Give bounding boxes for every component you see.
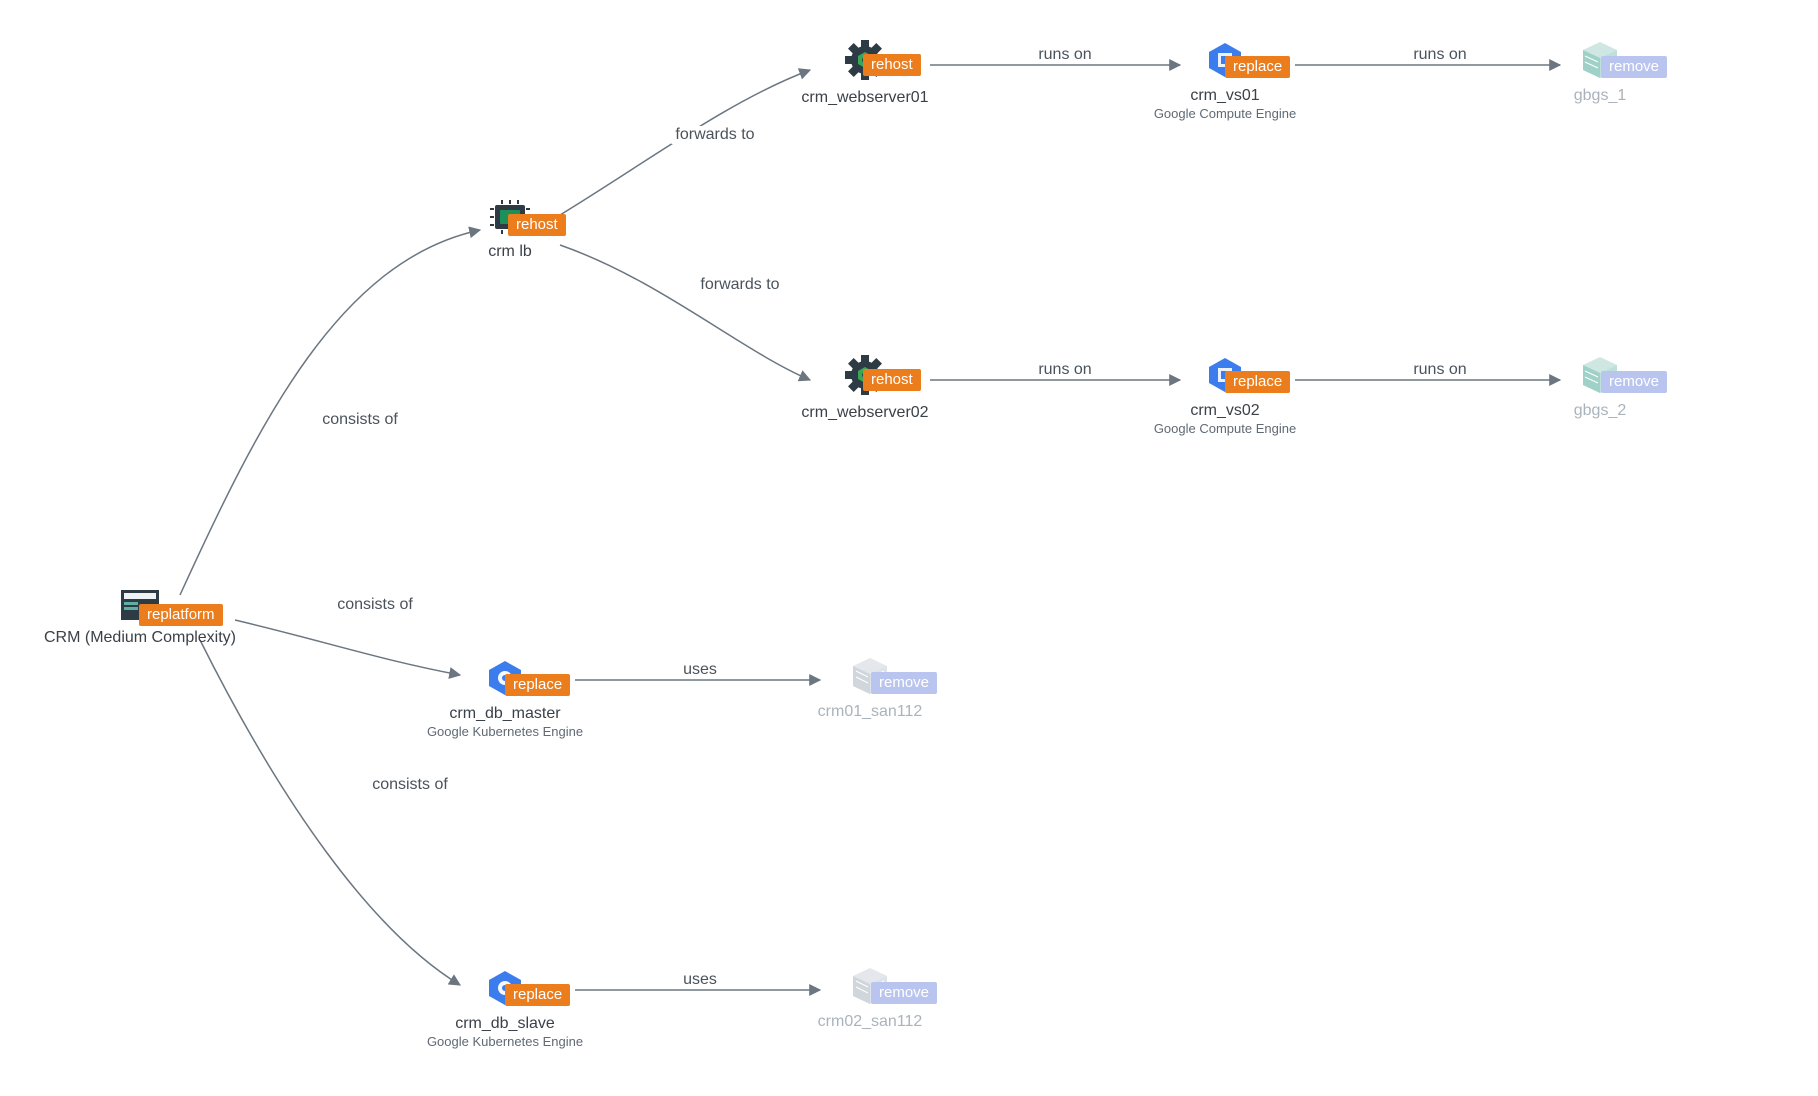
edge-label-consists-of-1: consists of: [318, 411, 402, 429]
badge-replatform: replatform: [139, 604, 223, 626]
edge-label-forwards-to-2: forwards to: [696, 276, 783, 294]
badge-replace: replace: [505, 984, 570, 1006]
edge-layer: [0, 0, 1818, 1096]
edge-label-uses-1: uses: [679, 661, 721, 679]
badge-rehost: rehost: [863, 54, 921, 76]
badge-remove: remove: [871, 672, 937, 694]
badge-remove: remove: [1601, 56, 1667, 78]
badge-replace: replace: [505, 674, 570, 696]
badge-replace: replace: [1225, 371, 1290, 393]
badge-remove: remove: [1601, 371, 1667, 393]
edge-label-consists-of-2: consists of: [333, 596, 417, 614]
badge-remove: remove: [871, 982, 937, 1004]
edge-label-runs-on-3: runs on: [1409, 46, 1470, 64]
badge-replace: replace: [1225, 56, 1290, 78]
edge-label-runs-on-2: runs on: [1034, 361, 1095, 379]
edge-label-consists-of-3: consists of: [368, 776, 452, 794]
edge-label-forwards-to-1: forwards to: [671, 126, 758, 144]
badge-rehost: rehost: [863, 369, 921, 391]
badge-rehost: rehost: [508, 214, 566, 236]
edge-label-runs-on-1: runs on: [1034, 46, 1095, 64]
edge-label-runs-on-4: runs on: [1409, 361, 1470, 379]
edge-label-uses-2: uses: [679, 971, 721, 989]
